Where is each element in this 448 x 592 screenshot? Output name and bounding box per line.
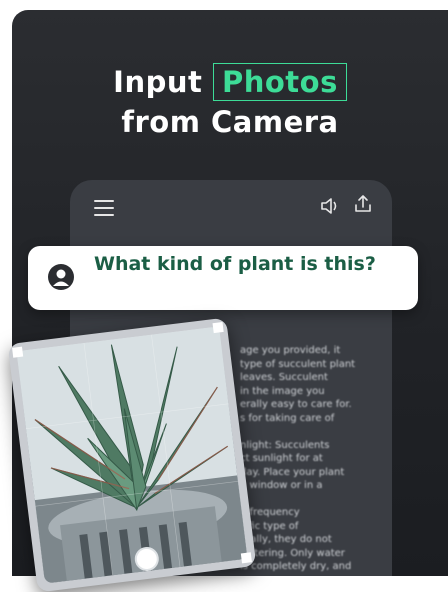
hamburger-menu-icon[interactable] xyxy=(94,200,114,221)
headline-line-2: from Camera xyxy=(121,105,339,139)
speaker-icon[interactable] xyxy=(320,196,340,220)
headline-line-1: Input Photos xyxy=(12,62,448,102)
crop-corner xyxy=(240,552,252,564)
answer-text: age you provided, it type of succulent p… xyxy=(240,345,356,572)
headline-prefix: Input xyxy=(113,65,203,99)
crop-corner xyxy=(212,321,224,334)
headline-highlight: Photos xyxy=(212,63,347,101)
plant-photo xyxy=(16,326,248,584)
camera-photo-preview xyxy=(7,317,257,592)
user-avatar-icon xyxy=(48,264,74,290)
share-icon[interactable] xyxy=(354,194,372,219)
question-text: What kind of plant is this? xyxy=(94,253,376,275)
headline: Input Photos from Camera xyxy=(12,62,448,142)
crop-corner xyxy=(12,346,24,358)
question-bubble: What kind of plant is this? xyxy=(28,246,418,310)
